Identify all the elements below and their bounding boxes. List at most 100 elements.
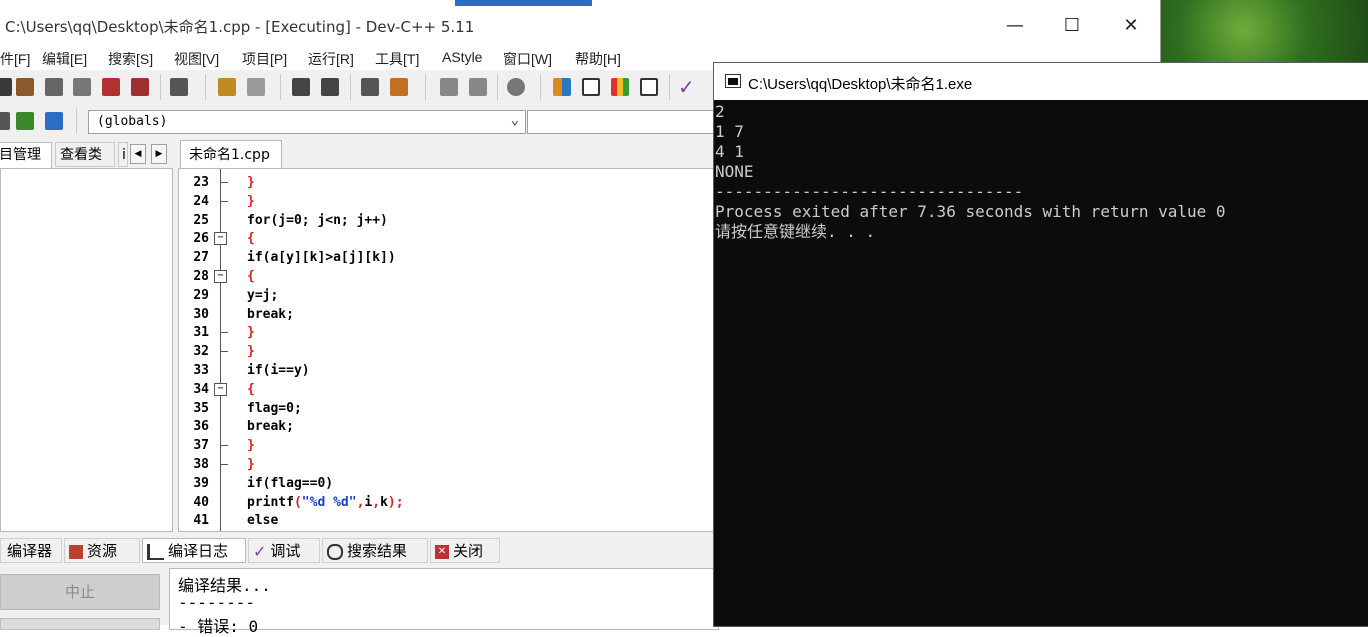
undo-icon[interactable] xyxy=(218,78,236,96)
scope-select-value: (globals) xyxy=(97,114,168,129)
save-all-icon[interactable] xyxy=(73,78,91,96)
menu-astyle[interactable]: AStyle xyxy=(442,49,482,65)
line-number: 39 xyxy=(193,475,209,491)
tab-class-browser[interactable]: 查看类 xyxy=(55,142,115,167)
tab-resources[interactable]: 资源 xyxy=(64,538,140,563)
line-number: 26 xyxy=(193,231,209,247)
tab-compile-log-label: 编译日志 xyxy=(168,542,229,560)
tab-debug-output[interactable]: ✓ 调试 xyxy=(248,538,320,563)
find-icon[interactable] xyxy=(292,78,310,96)
compile-log[interactable]: 编译结果... -------- - 错误: 0 xyxy=(169,568,719,636)
replace-icon[interactable] xyxy=(321,78,339,96)
member-select[interactable] xyxy=(527,110,719,134)
bottom-tab-bar: 编译器 资源 编译日志 ✓ 调试 搜索结果 ✕ 关闭 xyxy=(0,537,713,564)
unindent-icon[interactable] xyxy=(390,78,408,96)
fold-toggle-icon[interactable]: − xyxy=(214,270,227,283)
menu-file[interactable]: 件[F] xyxy=(0,49,30,69)
tab-search-results-label: 搜索结果 xyxy=(347,542,408,560)
tab-compiler[interactable]: 编译器 xyxy=(0,538,62,563)
menu-run[interactable]: 运行[R] xyxy=(308,49,354,69)
comment-icon[interactable] xyxy=(507,78,525,96)
stop-button[interactable]: 中止 xyxy=(0,574,160,610)
code-text: if(a[y][k]>a[j][k]) xyxy=(247,250,396,266)
fold-toggle-icon[interactable]: − xyxy=(214,382,227,396)
code-text: { xyxy=(247,231,255,247)
compile-run-icon[interactable] xyxy=(611,78,629,96)
check-syntax-icon[interactable]: ✓ xyxy=(678,77,696,97)
console-window[interactable]: C:\Users\qq\Desktop\未命名1.exe 21 74 1 NONE… xyxy=(713,62,1368,627)
code-text: break; xyxy=(247,419,294,435)
bookmark-next-icon[interactable] xyxy=(469,78,487,96)
menu-tools[interactable]: 工具[T] xyxy=(375,49,419,69)
run-icon[interactable] xyxy=(582,78,600,96)
menu-window[interactable]: 窗口[W] xyxy=(503,49,552,69)
code-text: } xyxy=(247,193,255,209)
log-line: - 错误: 0 xyxy=(178,617,259,636)
minimize-button[interactable]: — xyxy=(986,6,1044,46)
title-bar[interactable]: C:\Users\qq\Desktop\未命名1.cpp - [Executin… xyxy=(0,6,1160,46)
tab-resources-label: 资源 xyxy=(87,542,118,560)
maximize-button[interactable]: ☐ xyxy=(1043,6,1101,46)
tab-compile-log[interactable]: 编译日志 xyxy=(142,538,246,563)
code-line: 27 if(a[y][k]>a[j][k]) xyxy=(179,248,714,267)
tab-debug[interactable]: i xyxy=(118,142,128,167)
line-number: 37 xyxy=(193,438,209,454)
toolbar-separator xyxy=(205,74,206,100)
project-tree[interactable] xyxy=(0,168,173,532)
tab-close-label: 关闭 xyxy=(453,542,484,560)
scope-select[interactable]: (globals) ⌄ xyxy=(88,110,526,134)
fold-end-marker xyxy=(221,332,228,334)
menu-project[interactable]: 项目[P] xyxy=(242,49,287,69)
tab-close[interactable]: ✕ 关闭 xyxy=(430,538,500,563)
secondary-button[interactable] xyxy=(0,618,160,630)
fold-end-marker xyxy=(221,351,228,353)
project-icon[interactable] xyxy=(0,112,10,130)
bookmark-prev-icon[interactable] xyxy=(440,78,458,96)
panel-tabs: 目管理 查看类 i ◀ ▶ xyxy=(0,140,173,168)
code-text: if(flag==0) xyxy=(247,475,334,491)
bar-chart-icon xyxy=(147,543,164,560)
editor-area[interactable]: 23} 24} 25 for(j=0; j<n; j++) 26−{27 if(a[y][… xyxy=(178,168,715,532)
log-line: -------- xyxy=(178,593,256,612)
line-number: 27 xyxy=(193,250,209,266)
menu-help[interactable]: 帮助[H] xyxy=(575,49,621,69)
redo-icon[interactable] xyxy=(247,78,265,96)
indent-icon[interactable] xyxy=(361,78,379,96)
code-line: 38} xyxy=(179,455,714,474)
rebuild-icon[interactable] xyxy=(640,78,658,96)
menu-view[interactable]: 视图[V] xyxy=(174,49,219,69)
line-number: 33 xyxy=(193,363,209,378)
code-line: 32} xyxy=(179,342,714,361)
toolbar-separator xyxy=(497,74,498,100)
close-all-icon[interactable] xyxy=(131,78,149,96)
line-number: 41 xyxy=(193,513,209,529)
tab-scroll-left-icon[interactable]: ◀ xyxy=(130,144,146,164)
close-file-icon[interactable] xyxy=(102,78,120,96)
fold-end-marker xyxy=(221,200,228,202)
menu-search[interactable]: 搜索[S] xyxy=(108,49,153,69)
line-number: 40 xyxy=(193,494,209,510)
fold-toggle-icon[interactable]: − xyxy=(214,232,227,246)
compile-icon[interactable] xyxy=(553,78,571,96)
toolbar-separator xyxy=(669,74,670,100)
toolbar-separator xyxy=(540,74,541,100)
save-icon[interactable] xyxy=(45,78,63,96)
tab-search-results[interactable]: 搜索结果 xyxy=(322,538,428,563)
editor-tab[interactable]: 未命名1.cpp xyxy=(180,140,282,168)
console-title-bar[interactable]: C:\Users\qq\Desktop\未命名1.exe xyxy=(714,63,1368,100)
code-line: 41 else xyxy=(179,511,714,530)
menu-edit[interactable]: 编辑[E] xyxy=(42,49,87,69)
code-text: } xyxy=(247,457,255,472)
project-panel: 目管理 查看类 i ◀ ▶ xyxy=(0,140,173,532)
remove-from-project-icon[interactable] xyxy=(45,112,63,130)
fold-end-marker xyxy=(221,182,228,183)
line-number: 36 xyxy=(193,419,209,435)
close-button[interactable]: ✕ xyxy=(1102,6,1160,46)
tab-scroll-right-icon[interactable]: ▶ xyxy=(151,144,167,164)
add-to-project-icon[interactable] xyxy=(16,112,34,130)
print-icon[interactable] xyxy=(170,78,188,96)
new-file-icon[interactable] xyxy=(0,78,12,96)
open-file-icon[interactable] xyxy=(16,78,34,96)
line-number: 28 xyxy=(193,269,209,284)
tab-project-manager[interactable]: 目管理 xyxy=(0,142,52,168)
